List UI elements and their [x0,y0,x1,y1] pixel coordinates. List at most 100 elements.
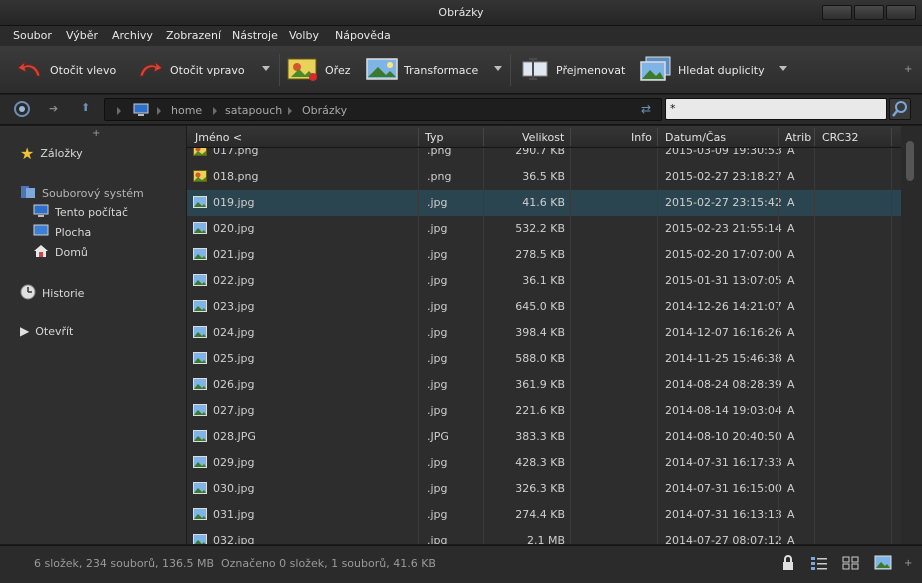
table-row[interactable]: 018.png .png 36.5 KB 2015-02-27 23:18:27 A [187,164,901,190]
table-row[interactable]: 017.png .png 290.7 KB 2015-03-09 19:30:53 A [187,148,901,164]
duplicates-dropdown-icon[interactable] [779,66,787,71]
table-row[interactable]: 026.jpg .jpg 361.9 KB 2014-08-24 08:28:39 A [187,372,901,398]
column-gridline [891,148,892,164]
search-input[interactable]: * [665,98,887,120]
rotate-left-button[interactable]: Otočit vlevo [16,54,116,86]
image-file-icon [193,482,207,494]
find-duplicates-button[interactable]: Hledat duplicity [640,54,765,86]
table-row[interactable]: 020.jpg .jpg 532.2 KB 2015-02-23 21:55:14 A [187,216,901,242]
file-attrib: A [787,456,795,469]
file-name: 031.jpg [213,508,255,521]
menu-archivy[interactable]: Archivy [112,29,153,42]
rotate-dropdown-icon[interactable] [262,66,270,71]
rename-button[interactable]: Přejmenovat [520,54,625,86]
sidebar-item-history[interactable]: Historie [20,284,84,303]
table-row[interactable]: 024.jpg .jpg 398.4 KB 2014-12-07 16:16:26 A [187,320,901,346]
toolbar-overflow-icon[interactable]: + [904,64,912,75]
column-name[interactable]: Jméno < [195,131,242,144]
thumbnail-view-icon[interactable] [874,555,892,574]
table-row[interactable]: 032.jpg .jpg 2.1 MB 2014-07-27 08:07:12 A [187,528,901,544]
search-button[interactable] [889,98,911,120]
transform-button[interactable]: Transformace [366,54,478,86]
computer-icon[interactable] [133,103,149,120]
column-crc32[interactable]: CRC32 [822,131,858,144]
column-gridline [657,476,658,502]
column-size[interactable]: Velikost [522,131,564,144]
menu-vyber[interactable]: Výběr [66,29,98,42]
column-divider[interactable] [891,128,892,146]
table-row[interactable]: 030.jpg .jpg 326.3 KB 2014-07-31 16:15:00 A [187,476,901,502]
sidebar-item-desktop[interactable]: Plocha [33,224,91,241]
table-row[interactable]: 028.JPG .JPG 383.3 KB 2014-08-10 20:40:50 A [187,424,901,450]
column-gridline [891,320,892,346]
sidebar-item-home[interactable]: Domů [33,244,88,261]
column-divider[interactable] [814,128,815,146]
crumb-satapouch[interactable]: satapouch [225,104,282,117]
menu-volby[interactable]: Volby [289,29,319,42]
location-icon[interactable] [14,101,30,117]
star-icon: ★ [20,144,35,163]
sidebar-item-bookmarks[interactable]: ★ Záložky [20,144,83,163]
column-gridline [657,424,658,450]
table-row[interactable]: 022.jpg .jpg 36.1 KB 2015-01-31 13:07:05 A [187,268,901,294]
menu-nastroje[interactable]: Nástroje [232,29,278,42]
column-gridline [891,372,892,398]
forward-icon[interactable]: ➔ [49,102,58,115]
crumb-root-arrow[interactable] [117,107,121,115]
file-datetime: 2015-02-27 23:15:42 [665,196,782,209]
table-row[interactable]: 021.jpg .jpg 278.5 KB 2015-02-20 17:07:00 A [187,242,901,268]
menu-zobrazeni[interactable]: Zobrazení [166,29,221,42]
column-datetime[interactable]: Datum/Čas [665,131,726,144]
filesystem-icon [20,184,36,203]
table-row[interactable]: 031.jpg .jpg 274.4 KB 2014-07-31 16:13:13 A [187,502,901,528]
column-gridline [418,164,419,190]
column-gridline [778,294,779,320]
menu-napoveda[interactable]: Nápověda [335,29,391,42]
table-row[interactable]: 025.jpg .jpg 588.0 KB 2014-11-25 15:46:38 A [187,346,901,372]
sidebar-item-open[interactable]: ▶ Otevřít [20,324,73,338]
column-type[interactable]: Typ [425,131,444,144]
table-row[interactable]: 019.jpg .jpg 41.6 KB 2015-02-27 23:15:42 A [187,190,901,216]
statusbar-add-icon[interactable]: + [904,558,912,569]
crop-button[interactable]: Ořez [287,54,350,86]
column-divider[interactable] [483,128,484,146]
column-gridline [570,372,571,398]
menu-soubor[interactable]: Soubor [13,29,52,42]
file-attrib: A [787,300,795,313]
file-size: 221.6 KB [515,404,565,417]
lock-icon[interactable] [781,555,795,574]
column-attrib[interactable]: Atrib [785,131,811,144]
rotate-right-button[interactable]: Otočit vpravo [136,54,245,86]
column-divider[interactable] [570,128,571,146]
crumb-home[interactable]: home [171,104,202,117]
refresh-icon[interactable]: ⇄ [641,102,651,116]
crumb-obrazky[interactable]: Obrázky [302,104,347,117]
maximize-button[interactable] [854,5,884,20]
table-row[interactable]: 023.jpg .jpg 645.0 KB 2014-12-26 14:21:07 A [187,294,901,320]
up-icon[interactable]: ⬆ [81,101,90,114]
table-row[interactable]: 029.jpg .jpg 428.3 KB 2014-07-31 16:17:33 A [187,450,901,476]
file-size: 41.6 KB [522,196,565,209]
column-divider[interactable] [778,128,779,146]
column-divider[interactable] [418,128,419,146]
file-attrib: A [787,170,795,183]
image-file-icon [193,534,207,544]
vertical-scrollbar[interactable] [901,126,922,544]
file-type: .jpg [427,248,448,261]
sidebar-item-computer[interactable]: Tento počítač [33,204,128,221]
path-box[interactable]: home satapouch Obrázky ⇄ [104,98,662,121]
column-info[interactable]: Info [631,131,652,144]
close-button[interactable] [886,5,916,20]
sidebar-item-filesystem[interactable]: Souborový systém [20,184,144,203]
sidebar: + ★ Záložky Souborový systém Tento počít… [0,126,186,544]
sidebar-add-icon[interactable]: + [92,128,100,139]
column-gridline [891,450,892,476]
column-divider[interactable] [657,128,658,146]
detail-view-icon[interactable] [810,555,828,574]
transform-dropdown-icon[interactable] [494,66,502,71]
minimize-button[interactable] [822,5,852,20]
column-gridline [570,528,571,544]
scrollbar-thumb[interactable] [906,141,914,181]
icon-view-icon[interactable] [842,555,860,574]
table-row[interactable]: 027.jpg .jpg 221.6 KB 2014-08-14 19:03:04 A [187,398,901,424]
